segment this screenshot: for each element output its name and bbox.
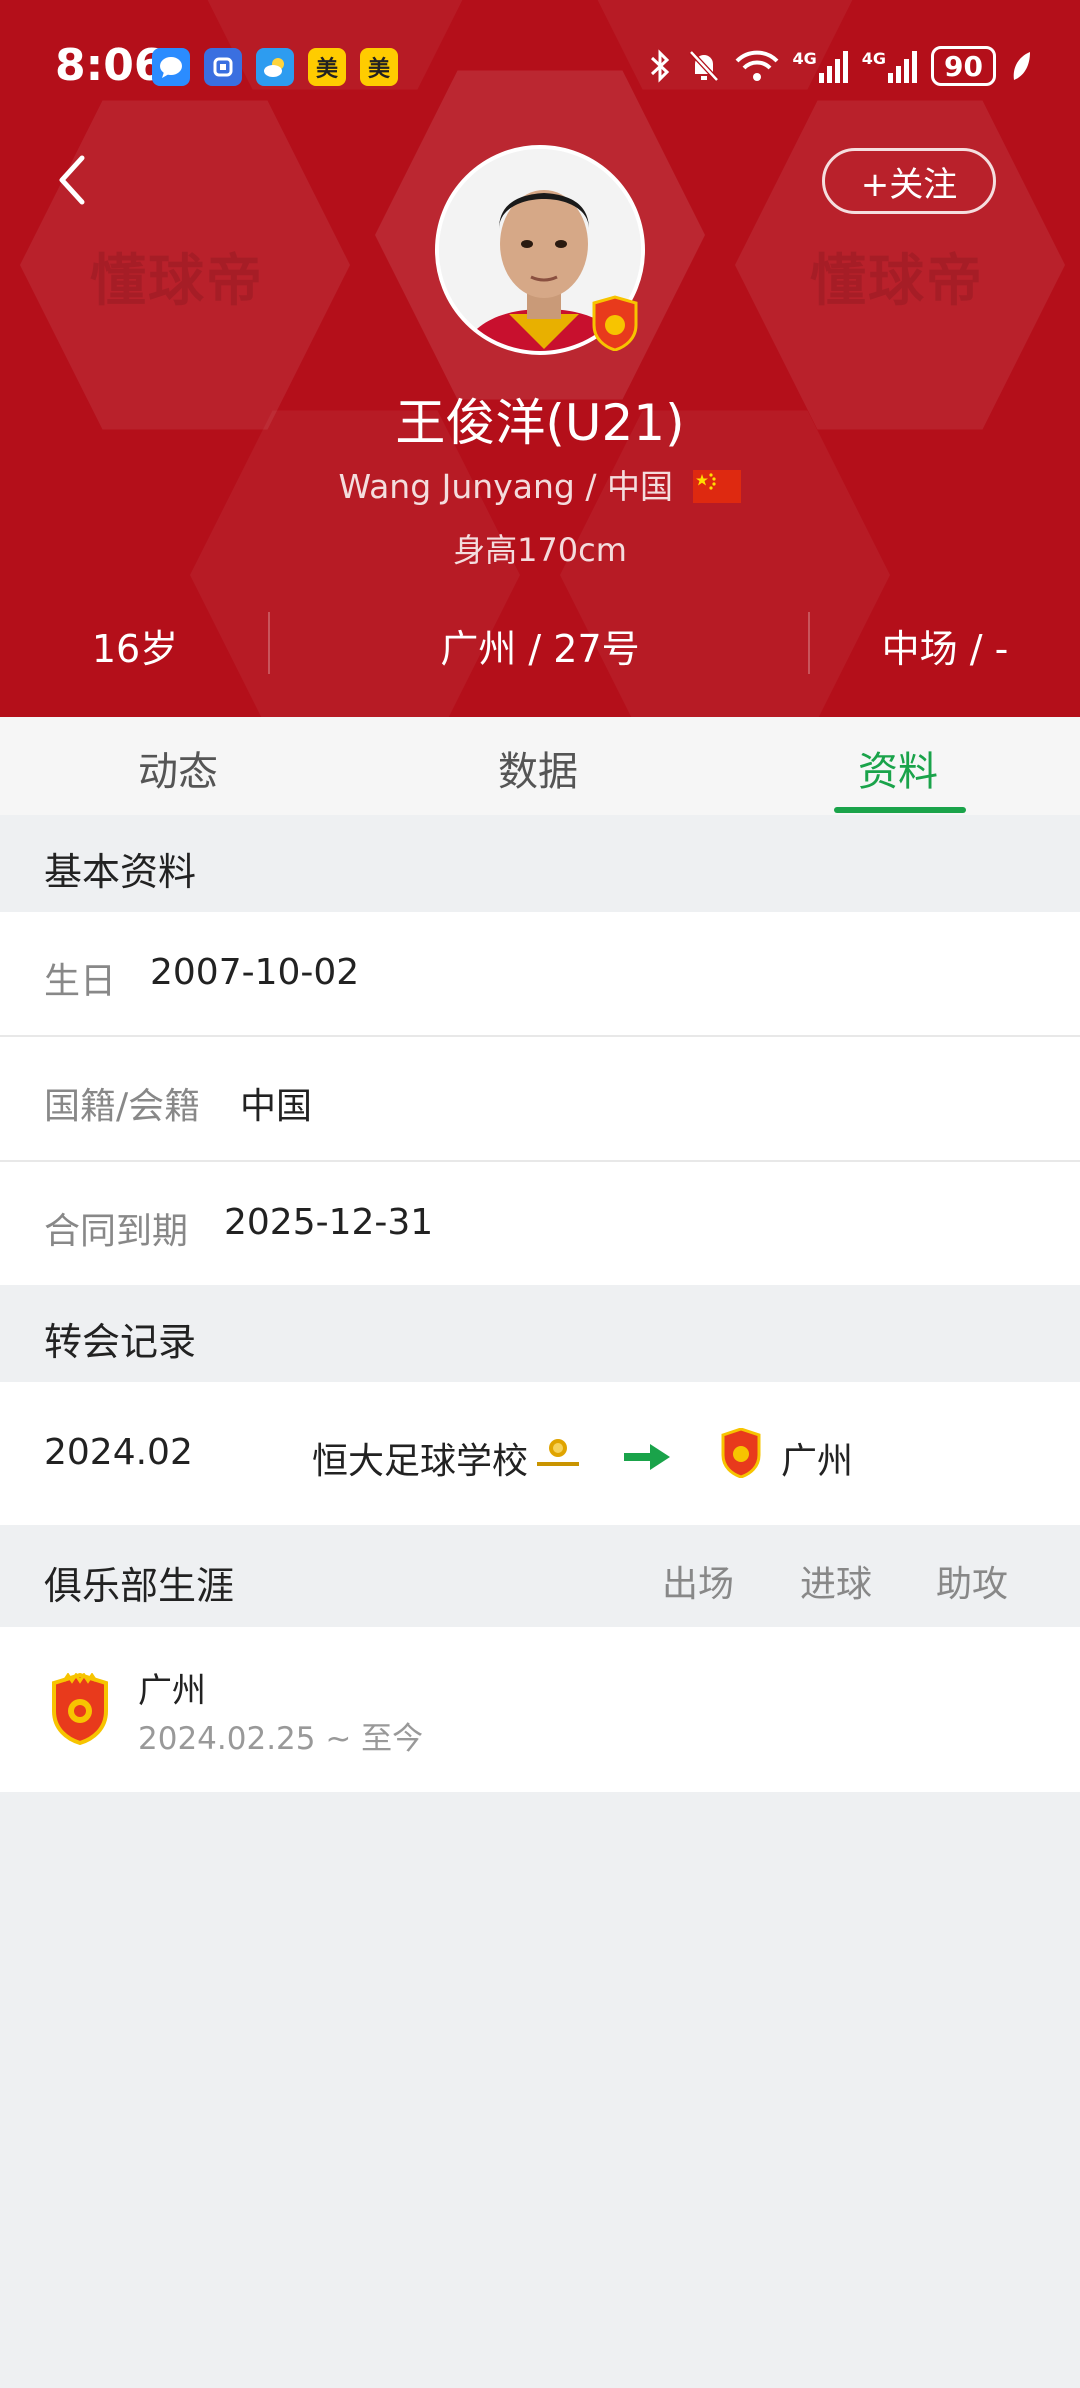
player-name: 王俊洋(U21) — [395, 394, 685, 452]
section-title: 转会记录 — [44, 1320, 197, 1364]
mute-bell-icon — [688, 50, 719, 82]
club-badge-icon — [592, 295, 638, 351]
row-label: 国籍/会籍 — [44, 1086, 201, 1127]
guangzhou-club-icon — [52, 1673, 108, 1745]
stat-divider — [808, 612, 810, 674]
row-value: 2007-10-02 — [150, 952, 360, 993]
tab-profile[interactable]: 资料 — [858, 739, 938, 797]
section-title: 俱乐部生涯 — [44, 1564, 235, 1608]
status-icons: 4G 4G 90 — [647, 44, 1033, 88]
message-app-icon — [152, 48, 190, 86]
column-appearances: 出场 — [662, 1564, 735, 1605]
stat-club-number: 广州 / 27号 — [440, 627, 640, 671]
meituan-app-icon: 美 — [360, 48, 398, 86]
transfer-date: 2024.02 — [44, 1432, 193, 1473]
career-period: 2024.02.25 ~ 至今 — [138, 1721, 424, 1757]
player-header: 懂球帝 懂球帝 8:06 美 美 4G 4G 90 +关注 王俊洋(U21) W… — [0, 0, 1080, 717]
signal-4g-icon: 4G — [862, 49, 918, 83]
wifi-icon — [735, 50, 778, 81]
row-label: 合同到期 — [44, 1211, 189, 1252]
status-bar: 8:06 美 美 4G 4G 90 — [0, 0, 1080, 135]
tab-data[interactable]: 数据 — [498, 739, 578, 797]
info-row-birthday: 生日 2007-10-02 — [0, 912, 1080, 1035]
player-height: 身高170cm — [453, 531, 627, 569]
stat-age: 16岁 — [91, 627, 179, 671]
academy-logo-icon — [537, 1439, 579, 1466]
stat-position: 中场 / - — [881, 627, 1009, 671]
row-value: 中国 — [240, 1086, 313, 1127]
row-label: 生日 — [44, 961, 117, 1002]
battery-indicator: 90 — [931, 46, 996, 86]
watermark-left: 懂球帝 — [90, 249, 264, 314]
player-nationality: 中国 — [606, 467, 673, 506]
transfer-to-club: 广州 — [781, 1441, 854, 1482]
player-english-name: Wang Junyang — [338, 467, 575, 506]
leaf-icon — [1013, 52, 1030, 80]
career-header: 俱乐部生涯 出场 进球 助攻 — [0, 1527, 1080, 1627]
meituan-app-icon: 美 — [308, 48, 346, 86]
player-stats: 16岁 广州 / 27号 中场 / - — [0, 608, 1080, 678]
info-row-nationality: 国籍/会籍 中国 — [0, 1037, 1080, 1160]
follow-button[interactable]: +关注 — [822, 148, 996, 214]
column-assists: 助攻 — [936, 1564, 1009, 1605]
bluetooth-icon — [650, 49, 669, 83]
career-row[interactable]: 广州 2024.02.25 ~ 至今 — [0, 1627, 1080, 1792]
basic-info-header: 基本资料 — [0, 815, 1080, 912]
transfer-row[interactable]: 2024.02 恒大足球学校 广州 — [0, 1382, 1080, 1525]
info-row-contract: 合同到期 2025-12-31 — [0, 1162, 1080, 1285]
transfer-from-club: 恒大足球学校 — [312, 1441, 529, 1482]
active-tab-indicator — [834, 807, 966, 813]
signal-4g-icon: 4G — [793, 49, 848, 83]
section-title: 基本资料 — [44, 850, 197, 894]
guangzhou-club-icon — [721, 1428, 761, 1478]
china-flag-icon — [693, 470, 742, 503]
status-time: 8:06 — [55, 40, 165, 91]
career-club-name: 广州 — [138, 1671, 206, 1711]
player-subline: Wang Junyang / 中国 — [0, 460, 1080, 508]
stat-divider — [268, 612, 270, 674]
column-goals: 进球 — [800, 1564, 873, 1605]
transfer-arrow-icon — [624, 1444, 670, 1470]
weather-app-icon — [256, 48, 294, 86]
back-arrow-icon[interactable] — [52, 150, 92, 210]
tab-feed[interactable]: 动态 — [138, 739, 218, 797]
watermark-right: 懂球帝 — [810, 249, 984, 314]
shield-app-icon — [204, 48, 242, 86]
row-value: 2025-12-31 — [224, 1202, 434, 1243]
transfer-header: 转会记录 — [0, 1285, 1080, 1382]
tab-bar: 动态 数据 资料 — [0, 717, 1080, 815]
